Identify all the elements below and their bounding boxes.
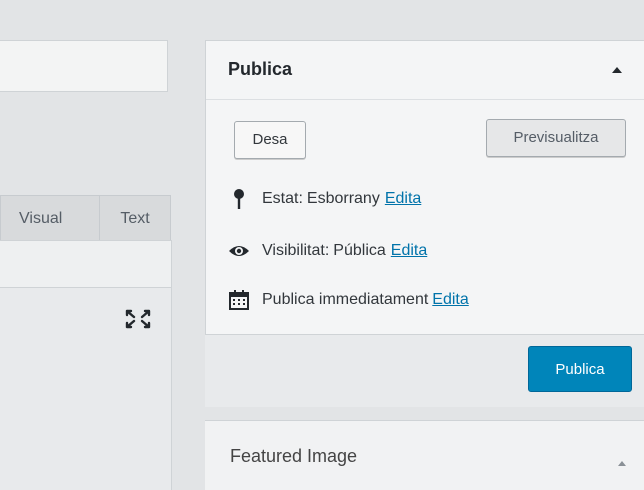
featured-image-title: Featured Image — [230, 446, 358, 466]
post-title-input[interactable] — [0, 40, 168, 92]
status-value: Esborrany — [306, 190, 380, 207]
pin-icon — [228, 188, 250, 210]
preview-button[interactable]: Previsualitza — [486, 119, 626, 157]
triangle-up-icon[interactable] — [618, 461, 626, 466]
status-row: Estat: Esborrany Edita — [228, 185, 421, 213]
eye-icon — [228, 240, 250, 262]
visibility-row: Visibilitat: Pública Edita — [228, 237, 427, 265]
visibility-label: Visibilitat: — [262, 242, 330, 259]
tab-visual[interactable]: Visual — [0, 195, 100, 241]
editor-toolbar — [0, 240, 172, 288]
calendar-icon — [228, 289, 250, 311]
status-label: Estat: — [262, 190, 303, 207]
schedule-label: Publica immediatament — [262, 291, 429, 308]
publish-button[interactable]: Publica — [528, 346, 632, 392]
publish-box: Publica Desa Previsualitza Estat: Esborr… — [205, 40, 644, 335]
editor-tabs: Visual Text — [0, 195, 171, 241]
triangle-up-icon[interactable] — [612, 67, 622, 73]
status-edit-link[interactable]: Edita — [385, 190, 421, 208]
visibility-edit-link[interactable]: Edita — [391, 242, 427, 260]
featured-image-box: Featured Image — [205, 420, 644, 490]
schedule-edit-link[interactable]: Edita — [432, 291, 468, 309]
visibility-value: Pública — [333, 242, 386, 259]
publish-box-header[interactable]: Publica — [206, 41, 644, 100]
tab-text[interactable]: Text — [99, 195, 171, 241]
fullscreen-icon[interactable] — [124, 308, 152, 330]
save-draft-button[interactable]: Desa — [234, 121, 306, 159]
schedule-row: Publica immediatament Edita — [228, 286, 469, 314]
publish-box-title: Publica — [228, 59, 293, 79]
